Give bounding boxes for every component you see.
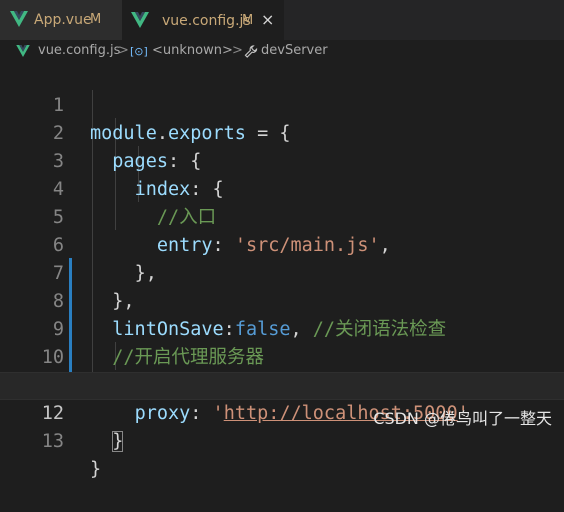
code-line: 6 }, — [0, 204, 564, 284]
chevron-right-icon: > — [232, 43, 243, 58]
code-line: 11 proxy: 'http://localhost:5000' — [0, 344, 564, 424]
code-line: 9 //开启代理服务器 — [0, 288, 564, 368]
code-line: 4 //入口 — [0, 148, 564, 228]
chevron-right-icon: > — [118, 43, 129, 58]
code-line: 3 index: { — [0, 120, 564, 200]
code-line: 8 lintOnSave:false, //关闭语法检查 — [0, 260, 564, 340]
line-code: } — [90, 428, 124, 456]
modified-badge: M — [90, 12, 102, 27]
modified-badge: M — [242, 13, 254, 28]
code-line: 10 devServer: { — [0, 316, 564, 396]
close-icon[interactable]: × — [261, 10, 274, 29]
breadcrumb: vue.config.js > [⊙] <unknown> > devServe… — [0, 40, 564, 62]
breadcrumb-member[interactable]: devServer — [261, 43, 328, 58]
tab-vue-config-js[interactable]: vue.config.js M × — [122, 0, 284, 40]
wrench-icon — [244, 45, 258, 58]
line-code: } — [90, 459, 102, 480]
tab-label: vue.config.js — [162, 13, 251, 29]
vue-icon — [131, 12, 149, 28]
breadcrumb-symbol[interactable]: <unknown> — [152, 43, 233, 58]
tab-bar: App.vue M vue.config.js M × — [0, 0, 564, 40]
code-editor[interactable]: 1 module.exports = { 2 pages: { 3 index:… — [0, 62, 564, 480]
tab-app-vue[interactable]: App.vue M — [0, 0, 122, 40]
code-line: 5 entry: 'src/main.js', — [0, 176, 564, 256]
code-line: 1 module.exports = { — [0, 64, 564, 144]
matched-bracket: } — [112, 431, 124, 452]
vue-icon — [10, 11, 28, 27]
tab-label: App.vue — [34, 12, 92, 28]
watermark: CSDN @倦鸟叫了一整天 — [373, 409, 552, 428]
symbol-variable-icon: [⊙] — [130, 45, 148, 58]
line-number: 13 — [41, 431, 64, 452]
code-line: 7 }, — [0, 232, 564, 312]
vue-icon — [16, 45, 30, 57]
code-line: 2 pages: { — [0, 92, 564, 172]
breadcrumb-file[interactable]: vue.config.js — [38, 43, 120, 58]
code-line-current: 12 } — [0, 372, 564, 452]
